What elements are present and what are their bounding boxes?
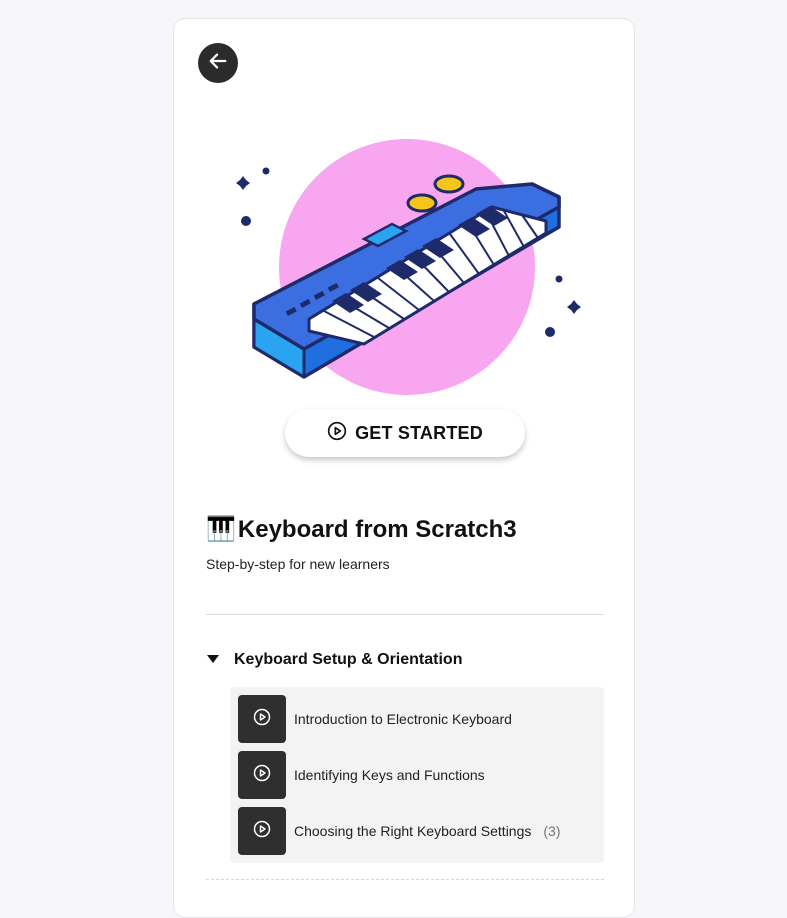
section-title: Keyboard Setup & Orientation (234, 651, 463, 668)
divider (206, 614, 604, 615)
lesson-label: Choosing the Right Keyboard Settings (294, 823, 532, 839)
play-circle-icon (253, 820, 271, 843)
get-started-button[interactable]: GET STARTED (285, 409, 525, 457)
keyboard-illustration (224, 129, 584, 399)
lesson-label: Identifying Keys and Functions (294, 767, 485, 783)
lesson-list: Introduction to Electronic Keyboard Iden… (230, 687, 604, 863)
get-started-label: GET STARTED (355, 422, 483, 443)
lesson-label: Introduction to Electronic Keyboard (294, 711, 512, 727)
lesson-play-button[interactable] (238, 751, 286, 799)
play-circle-icon (253, 708, 271, 731)
course-card: GET STARTED 🎹 Keyboard from Scratch3 Ste… (173, 18, 635, 918)
caret-down-icon (206, 651, 220, 669)
course-title-text: Keyboard from Scratch3 (237, 515, 517, 543)
play-circle-icon (253, 764, 271, 787)
lesson-item[interactable]: Choosing the Right Keyboard Settings (3) (238, 807, 561, 855)
lesson-count: (3) (543, 823, 561, 839)
lesson-play-button[interactable] (238, 807, 286, 855)
course-title: 🎹 Keyboard from Scratch3 (206, 515, 517, 544)
lesson-item[interactable]: Introduction to Electronic Keyboard (238, 695, 512, 743)
section-toggle[interactable]: Keyboard Setup & Orientation (206, 651, 462, 669)
lesson-item[interactable]: Identifying Keys and Functions (238, 751, 485, 799)
play-circle-icon (327, 421, 347, 446)
arrow-left-icon (207, 50, 229, 77)
lesson-play-button[interactable] (238, 695, 286, 743)
course-subtitle: Step-by-step for new learners (206, 556, 390, 572)
piano-icon: 🎹 (206, 516, 236, 543)
section-divider (206, 879, 604, 880)
back-button[interactable] (198, 43, 238, 83)
